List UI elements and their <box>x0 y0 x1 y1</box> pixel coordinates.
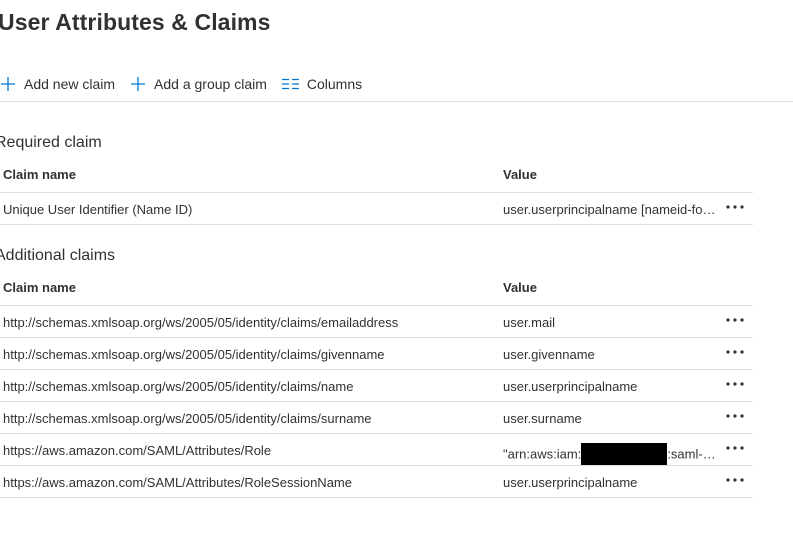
columns-button[interactable]: Columns <box>281 76 363 92</box>
additional-claims-table: Claim name Value http://schemas.xmlsoap.… <box>0 273 753 498</box>
more-actions-button[interactable] <box>725 345 745 359</box>
column-header-value[interactable]: Value <box>503 280 719 295</box>
required-claims-table: Claim name Value Unique User Identifier … <box>0 160 753 225</box>
command-bar: Add new claim Add a group claim Columns <box>0 72 377 96</box>
claim-value-prefix: "arn:aws:iam: <box>503 446 582 462</box>
toolbar-divider <box>0 101 793 102</box>
column-header-value[interactable]: Value <box>503 167 719 182</box>
claim-name[interactable]: http://schemas.xmlsoap.org/ws/2005/05/id… <box>3 347 385 362</box>
table-row[interactable]: http://schemas.xmlsoap.org/ws/2005/05/id… <box>0 370 753 402</box>
plus-icon <box>130 76 146 92</box>
claim-value: user.userprincipalname <box>503 379 638 394</box>
claim-name[interactable]: https://aws.amazon.com/SAML/Attributes/R… <box>3 443 271 458</box>
claim-value: user.userprincipalname <box>503 475 638 490</box>
more-actions-button[interactable] <box>725 200 745 214</box>
columns-label: Columns <box>306 76 363 92</box>
add-group-claim-label: Add a group claim <box>154 76 267 92</box>
plus-icon <box>0 76 16 92</box>
more-horizontal-icon <box>726 205 744 209</box>
more-horizontal-icon <box>726 478 744 482</box>
more-horizontal-icon <box>726 382 744 386</box>
claim-name[interactable]: https://aws.amazon.com/SAML/Attributes/R… <box>3 475 352 490</box>
add-new-claim-button[interactable]: Add new claim <box>0 76 115 92</box>
add-new-claim-label: Add new claim <box>24 76 116 92</box>
column-header-claim-name[interactable]: Claim name <box>3 167 76 182</box>
column-header-claim-name[interactable]: Claim name <box>3 280 76 295</box>
claim-value: user.givenname <box>503 347 595 362</box>
more-horizontal-icon <box>726 446 744 450</box>
claim-name[interactable]: Unique User Identifier (Name ID) <box>3 202 192 217</box>
table-row[interactable]: Unique User Identifier (Name ID) user.us… <box>0 193 753 225</box>
table-row[interactable]: http://schemas.xmlsoap.org/ws/2005/05/id… <box>0 338 753 370</box>
claim-value: "arn:aws:iam: :saml-provider <box>503 443 719 467</box>
table-header: Claim name Value <box>0 160 753 193</box>
claim-name[interactable]: http://schemas.xmlsoap.org/ws/2005/05/id… <box>3 411 372 426</box>
add-group-claim-button[interactable]: Add a group claim <box>130 76 267 92</box>
columns-icon <box>281 78 299 90</box>
more-horizontal-icon <box>726 414 744 418</box>
table-row[interactable]: http://schemas.xmlsoap.org/ws/2005/05/id… <box>0 402 753 434</box>
claim-value: user.userprincipalname [nameid-format:em… <box>503 202 719 217</box>
claim-name[interactable]: http://schemas.xmlsoap.org/ws/2005/05/id… <box>3 379 353 394</box>
table-row[interactable]: https://aws.amazon.com/SAML/Attributes/R… <box>0 434 753 466</box>
more-actions-button[interactable] <box>725 441 745 455</box>
more-horizontal-icon <box>726 350 744 354</box>
table-header: Claim name Value <box>0 273 753 306</box>
claim-value-suffix: :saml-provider <box>667 446 719 462</box>
additional-claims-section-title: Additional claims <box>0 247 116 264</box>
table-row[interactable]: http://schemas.xmlsoap.org/ws/2005/05/id… <box>0 306 753 338</box>
more-horizontal-icon <box>726 318 744 322</box>
required-claim-section-title: Required claim <box>0 134 102 151</box>
claim-value: user.mail <box>503 315 556 330</box>
more-actions-button[interactable] <box>725 313 745 327</box>
more-actions-button[interactable] <box>725 473 745 487</box>
more-actions-button[interactable] <box>725 409 745 423</box>
page-title: User Attributes & Claims <box>0 9 271 35</box>
claim-name[interactable]: http://schemas.xmlsoap.org/ws/2005/05/id… <box>3 315 398 330</box>
more-actions-button[interactable] <box>725 377 745 391</box>
claim-value: user.surname <box>503 411 582 426</box>
table-row[interactable]: https://aws.amazon.com/SAML/Attributes/R… <box>0 466 753 498</box>
redacted-account-id <box>581 443 668 465</box>
